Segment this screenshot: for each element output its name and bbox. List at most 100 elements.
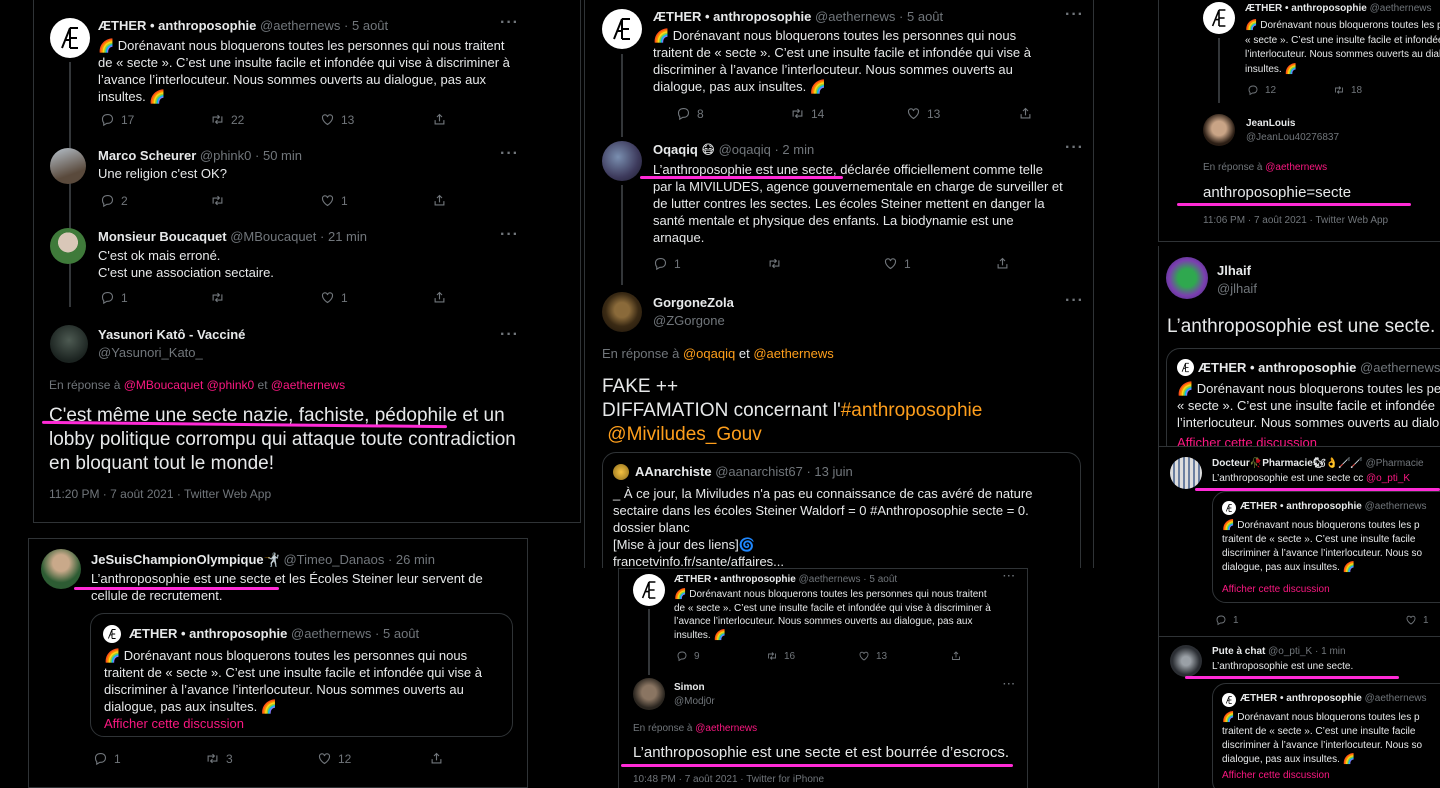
avatar[interactable] — [602, 9, 642, 49]
author-name[interactable]: Yasunori Katô - Vacciné — [98, 327, 245, 342]
more-icon[interactable]: ··· — [1065, 292, 1084, 310]
like-button[interactable]: 12 — [317, 751, 429, 766]
like-button[interactable]: 13 — [320, 112, 432, 127]
reply-button[interactable]: 1 — [1215, 614, 1405, 626]
quoted-tweet[interactable]: ÆTHER • anthroposophie @aethernews 🌈 Dor… — [1212, 683, 1440, 788]
author-handle[interactable]: @ZGorgone — [653, 313, 725, 328]
more-icon[interactable]: ··· — [500, 326, 519, 344]
show-thread-link[interactable]: Afficher cette discussion — [1222, 584, 1330, 595]
share-button[interactable] — [1018, 106, 1033, 121]
tweet-date[interactable]: 5 août — [352, 18, 388, 33]
author-handle[interactable]: @phink0 — [200, 148, 252, 163]
author-name[interactable]: Docteur🥀Pharmacie🐿👌🦯🦯 — [1212, 458, 1363, 469]
author-name[interactable]: GorgoneZola — [653, 295, 734, 310]
mention-link[interactable]: @Miviludes_Gouv — [607, 424, 761, 445]
author-name[interactable]: ÆTHER • anthroposophie — [1245, 3, 1367, 14]
avatar[interactable] — [50, 325, 88, 363]
reply-button[interactable]: 17 — [100, 112, 210, 127]
avatar[interactable] — [633, 574, 665, 606]
author-handle[interactable]: @jlhaif — [1217, 281, 1257, 296]
author-name[interactable]: Jlhaif — [1217, 263, 1251, 278]
reply-button[interactable]: 12 — [1247, 84, 1333, 96]
avatar[interactable] — [50, 18, 90, 58]
author-name[interactable]: JeanLouis — [1246, 118, 1295, 129]
reply-button[interactable]: 2 — [100, 193, 210, 208]
more-icon[interactable]: ··· — [500, 14, 519, 32]
like-button[interactable]: 1 — [320, 290, 432, 305]
share-button[interactable] — [432, 193, 447, 208]
reply-button[interactable]: 1 — [653, 256, 767, 271]
author-handle[interactable]: @aethernews — [815, 9, 895, 24]
show-thread-link[interactable]: Afficher cette discussion — [1177, 435, 1317, 446]
reply-button[interactable]: 1 — [93, 751, 205, 766]
like-button[interactable]: 1 — [883, 256, 995, 271]
author-handle[interactable]: @MBoucaquet — [230, 229, 316, 244]
author-name[interactable]: JeSuisChampionOlympique🤺 — [91, 552, 280, 567]
more-icon[interactable]: ··· — [1065, 139, 1084, 157]
author-handle[interactable]: @aethernews — [799, 574, 861, 585]
author-name[interactable]: Oqaqiq 😷 — [653, 142, 715, 157]
retweet-button[interactable] — [767, 256, 883, 271]
avatar[interactable] — [1166, 257, 1208, 299]
mention-link[interactable]: @aethernews — [1265, 162, 1327, 173]
more-icon[interactable]: ··· — [1065, 6, 1084, 24]
author-handle[interactable]: @Modj0r — [674, 696, 715, 707]
avatar[interactable] — [41, 549, 81, 589]
tweet-time[interactable]: · 50 min — [255, 148, 302, 163]
author-handle[interactable]: @JeanLou40276837 — [1246, 132, 1339, 143]
mention-link[interactable]: @aethernews — [695, 723, 757, 734]
reply-button[interactable]: 9 — [676, 650, 766, 662]
mention-link[interactable]: @MBoucaquet @phink0 — [124, 378, 254, 392]
show-thread-link[interactable]: Afficher cette discussion — [104, 716, 244, 731]
retweet-button[interactable] — [210, 193, 320, 208]
share-button[interactable] — [995, 256, 1010, 271]
author-name[interactable]: Marco Scheurer — [98, 148, 196, 163]
retweet-button[interactable]: 3 — [205, 751, 317, 766]
avatar[interactable] — [1203, 2, 1235, 34]
author-handle[interactable]: @Timeo_Danaos — [283, 552, 384, 567]
reply-button[interactable]: 1 — [100, 290, 210, 305]
like-button[interactable]: 1 — [1405, 614, 1429, 626]
mention-link[interactable]: @aethernews — [271, 378, 345, 392]
share-button[interactable] — [432, 112, 447, 127]
avatar[interactable] — [1170, 645, 1202, 677]
like-button[interactable]: 1 — [320, 193, 432, 208]
like-button[interactable]: 13 — [906, 106, 1018, 121]
author-handle[interactable]: @aethernews — [260, 18, 340, 33]
mention-link[interactable]: @oqaqiq — [683, 346, 735, 361]
author-handle[interactable]: @Pharmacie — [1366, 458, 1424, 469]
avatar[interactable] — [602, 141, 642, 181]
tweet-time[interactable]: · 21 min — [320, 229, 367, 244]
avatar[interactable] — [633, 678, 665, 710]
avatar[interactable] — [602, 292, 642, 332]
external-link[interactable]: francetvinfo.fr/sante/affaires... — [613, 553, 1032, 568]
retweet-button[interactable] — [210, 290, 320, 305]
more-icon[interactable]: ··· — [1003, 571, 1016, 582]
retweet-button[interactable]: 16 — [766, 650, 858, 662]
tweet-time[interactable]: · 26 min — [388, 552, 435, 567]
quoted-tweet[interactable]: AAnarchiste @aanarchist67 · 13 juin _ À … — [602, 452, 1081, 568]
retweet-button[interactable]: 18 — [1333, 84, 1362, 96]
author-name[interactable]: ÆTHER • anthroposophie — [98, 18, 256, 33]
author-name[interactable]: ÆTHER • anthroposophie — [653, 9, 811, 24]
avatar[interactable] — [50, 148, 86, 184]
mention-link[interactable]: @o_pti_K — [1366, 473, 1410, 484]
mention-link[interactable]: @aethernews — [753, 346, 833, 361]
quoted-tweet[interactable]: ÆTHER • anthroposophie @aethernews 🌈 Dor… — [1212, 491, 1440, 603]
more-icon[interactable]: ··· — [1003, 679, 1016, 690]
share-button[interactable] — [432, 290, 447, 305]
more-icon[interactable]: ··· — [500, 145, 519, 163]
author-name[interactable]: Pute à chat — [1212, 646, 1265, 657]
tweet-time[interactable]: · 1 min — [1315, 646, 1346, 657]
author-handle[interactable]: @oqaqiq — [719, 142, 771, 157]
quoted-tweet[interactable]: ÆTHER • anthroposophie @aethernews 🌈 Dor… — [1166, 348, 1440, 446]
quoted-tweet[interactable]: ÆTHER • anthroposophie @aethernews · 5 a… — [90, 613, 513, 737]
tweet-time[interactable]: · 2 min — [774, 142, 814, 157]
share-button[interactable] — [950, 650, 962, 662]
author-name[interactable]: Simon — [674, 682, 705, 693]
avatar[interactable] — [1203, 114, 1235, 146]
author-name[interactable]: ÆTHER • anthroposophie — [674, 574, 796, 585]
author-name[interactable]: Monsieur Boucaquet — [98, 229, 227, 244]
retweet-button[interactable]: 22 — [210, 112, 320, 127]
avatar[interactable] — [1170, 457, 1202, 489]
